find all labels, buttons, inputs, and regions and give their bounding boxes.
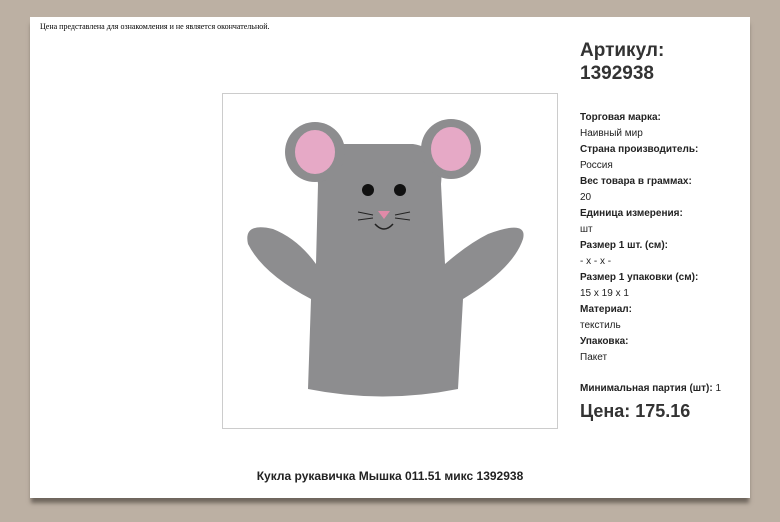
product-image bbox=[222, 93, 558, 429]
property-value: Наивный мир bbox=[580, 128, 643, 139]
properties-list: Торговая марка: Наивный мир Страна произво… bbox=[580, 110, 698, 366]
property-value: 15 x 19 x 1 bbox=[580, 288, 629, 299]
property-value: текстиль bbox=[580, 320, 621, 331]
property-value: - x - x - bbox=[580, 256, 612, 267]
min-batch-label: Минимальная партия (шт): bbox=[580, 383, 713, 394]
min-batch-value: 1 bbox=[715, 383, 722, 394]
product-caption: Кукла рукавичка Мышка 011.51 микс 139293… bbox=[256, 469, 524, 483]
price: Цена: 175.16 bbox=[580, 401, 691, 421]
property-label: Торговая марка: bbox=[580, 112, 661, 123]
property-label: Размер 1 упаковки (см): bbox=[580, 272, 699, 283]
property-label: Вес товара в граммах: bbox=[580, 176, 692, 187]
article-number: 1392938 bbox=[580, 63, 654, 84]
property-value: Россия bbox=[580, 160, 613, 171]
property-label: Упаковка: bbox=[580, 336, 629, 347]
property-label: Единица измерения: bbox=[580, 208, 683, 219]
min-batch: Минимальная партия (шт): 1 bbox=[580, 383, 721, 394]
property-label: Размер 1 шт. (см): bbox=[580, 240, 668, 251]
property-value: Пакет bbox=[580, 352, 608, 363]
property-label: Материал: bbox=[580, 304, 632, 315]
mouse-puppet-illustration bbox=[247, 119, 524, 397]
article-label: Артикул: bbox=[580, 40, 665, 61]
product-sheet: Цена представлена для ознакомления и не … bbox=[30, 17, 750, 498]
price-disclaimer: Цена представлена для ознакомления и не … bbox=[40, 22, 270, 31]
property-value: шт bbox=[580, 224, 593, 235]
property-label: Страна производитель: bbox=[580, 144, 699, 155]
property-value: 20 bbox=[580, 192, 592, 203]
article-block: Артикул: 1392938 bbox=[580, 39, 664, 85]
